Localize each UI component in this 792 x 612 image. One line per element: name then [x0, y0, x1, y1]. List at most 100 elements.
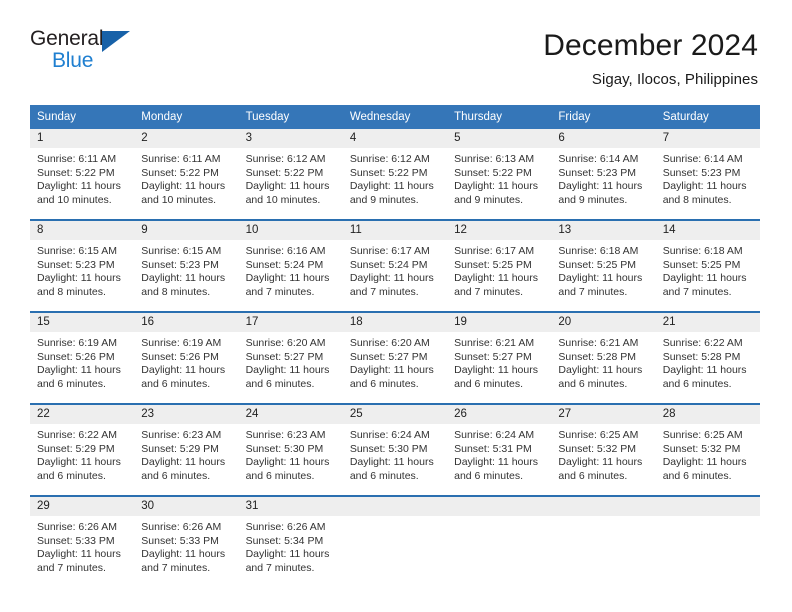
daylight-text: Daylight: 11 hours	[141, 272, 226, 285]
day-cell-29[interactable]: 29 Sunrise: 6:26 AM Sunset: 5:33 PM Dayligh…	[30, 497, 135, 579]
sunrise-text: Sunrise: 6:24 AM	[349, 429, 430, 442]
day-number: 26	[447, 405, 552, 425]
daylight-text: and 6 minutes.	[662, 469, 732, 482]
day-cell-3[interactable]: 3 Sunrise: 6:12 AM Sunset: 5:22 PM Daylight…	[238, 129, 343, 211]
day-number: 10	[238, 221, 343, 241]
general-blue-logo[interactable]: General Blue	[30, 28, 150, 78]
day-details: Sunrise: 6:11 AM Sunset: 5:22 PM Daylight:…	[30, 148, 134, 207]
daylight-text: and 6 minutes.	[558, 377, 628, 390]
day-cell-26[interactable]: 26 Sunrise: 6:24 AM Sunset: 5:31 PM Dayligh…	[447, 405, 552, 487]
day-details	[551, 516, 655, 521]
day-cell-28[interactable]: 28 Sunrise: 6:25 AM Sunset: 5:32 PM Dayligh…	[655, 405, 760, 487]
sunrise-text: Sunrise: 6:22 AM	[37, 429, 117, 442]
sunset-text: Sunset: 5:33 PM	[37, 534, 115, 547]
sunrise-text: Sunrise: 6:20 AM	[245, 337, 326, 350]
day-details: Sunrise: 6:25 AM Sunset: 5:32 PM Daylight:…	[551, 424, 655, 483]
day-cell-31[interactable]: 31 Sunrise: 6:26 AM Sunset: 5:34 PM Dayligh…	[238, 497, 343, 579]
sunset-text: Sunset: 5:33 PM	[141, 534, 219, 547]
day-cell-1[interactable]: 1 Sunrise: 6:11 AM Sunset: 5:22 PM Daylight…	[30, 129, 135, 211]
day-cell-23[interactable]: 23 Sunrise: 6:23 AM Sunset: 5:29 PM Dayligh…	[134, 405, 239, 487]
day-cell-8[interactable]: 8 Sunrise: 6:15 AM Sunset: 5:23 PM Daylight…	[30, 221, 135, 303]
day-number: 28	[655, 405, 760, 425]
daylight-text: Daylight: 11 hours	[454, 456, 538, 469]
daylight-text: and 6 minutes.	[454, 469, 524, 482]
daylight-text: Daylight: 11 hours	[349, 180, 434, 193]
daylight-text: and 6 minutes.	[349, 377, 419, 390]
day-number: 16	[134, 313, 239, 333]
weekday-header-row: Sunday Monday Tuesday Wednesday Thursday Frid…	[30, 105, 760, 130]
day-cell-7[interactable]: 7 Sunrise: 6:14 AM Sunset: 5:23 PM Daylight…	[655, 129, 760, 211]
day-cell-20[interactable]: 20 Sunrise: 6:21 AM Sunset: 5:28 PM Dayligh…	[551, 313, 656, 395]
sunset-text: Sunset: 5:27 PM	[349, 350, 428, 363]
day-cell-17[interactable]: 17 Sunrise: 6:20 AM Sunset: 5:27 PM Dayligh…	[238, 313, 343, 395]
title-block: December 2024 Sigay, Ilocos, Philippines	[543, 28, 758, 88]
page-header: General Blue December 2024 Sigay, Ilocos…	[0, 0, 792, 88]
day-cell-24[interactable]: 24 Sunrise: 6:23 AM Sunset: 5:30 PM Dayligh…	[238, 405, 343, 487]
day-details: Sunrise: 6:24 AM Sunset: 5:30 PM Daylight:…	[343, 424, 447, 483]
day-cell-25[interactable]: 25 Sunrise: 6:24 AM Sunset: 5:30 PM Dayligh…	[342, 405, 448, 487]
day-number: 23	[134, 405, 239, 425]
sunrise-text: Sunrise: 6:20 AM	[349, 337, 430, 350]
daylight-text: Daylight: 11 hours	[349, 364, 434, 377]
sunrise-text: Sunrise: 6:18 AM	[558, 245, 639, 258]
day-cell-19[interactable]: 19 Sunrise: 6:21 AM Sunset: 5:27 PM Dayligh…	[447, 313, 552, 395]
daylight-text: and 6 minutes.	[245, 469, 315, 482]
sunset-text: Sunset: 5:29 PM	[37, 442, 115, 455]
sunset-text: Sunset: 5:27 PM	[245, 350, 324, 363]
day-details: Sunrise: 6:23 AM Sunset: 5:30 PM Daylight:…	[239, 424, 343, 483]
day-cell-2[interactable]: 2 Sunrise: 6:11 AM Sunset: 5:22 PM Daylight…	[134, 129, 239, 211]
sunset-text: Sunset: 5:25 PM	[454, 258, 532, 271]
daylight-text: and 6 minutes.	[662, 377, 732, 390]
sunset-text: Sunset: 5:23 PM	[662, 166, 741, 179]
day-cell-30[interactable]: 30 Sunrise: 6:26 AM Sunset: 5:33 PM Dayligh…	[134, 497, 239, 579]
day-number: 19	[447, 313, 552, 333]
day-details: Sunrise: 6:16 AM Sunset: 5:24 PM Daylight:…	[239, 240, 343, 299]
calendar-week-row: 1 Sunrise: 6:11 AM Sunset: 5:22 PM Daylight…	[30, 129, 760, 211]
day-number: 5	[447, 129, 552, 149]
sunset-text: Sunset: 5:24 PM	[349, 258, 428, 271]
day-cell-12[interactable]: 12 Sunrise: 6:17 AM Sunset: 5:25 PM Dayligh…	[447, 221, 552, 303]
day-details: Sunrise: 6:15 AM Sunset: 5:23 PM Daylight:…	[134, 240, 238, 299]
day-cell-22[interactable]: 22 Sunrise: 6:22 AM Sunset: 5:29 PM Dayligh…	[30, 405, 135, 487]
sunset-text: Sunset: 5:22 PM	[245, 166, 324, 179]
sunrise-text: Sunrise: 6:12 AM	[245, 153, 326, 166]
sunrise-text: Sunrise: 6:26 AM	[245, 521, 326, 534]
daylight-text: Daylight: 11 hours	[454, 180, 538, 193]
day-number	[447, 497, 552, 517]
daylight-text: Daylight: 11 hours	[662, 180, 747, 193]
day-cell-empty	[551, 497, 656, 579]
day-cell-11[interactable]: 11 Sunrise: 6:17 AM Sunset: 5:24 PM Dayligh…	[342, 221, 448, 303]
sunset-text: Sunset: 5:26 PM	[141, 350, 219, 363]
page-title: December 2024	[543, 29, 758, 62]
day-number: 17	[238, 313, 343, 333]
day-cell-9[interactable]: 9 Sunrise: 6:15 AM Sunset: 5:23 PM Daylight…	[134, 221, 239, 303]
daylight-text: Daylight: 11 hours	[141, 548, 226, 561]
triangle-flag-icon	[102, 31, 130, 52]
day-number: 14	[655, 221, 760, 241]
day-cell-27[interactable]: 27 Sunrise: 6:25 AM Sunset: 5:32 PM Dayligh…	[551, 405, 656, 487]
day-cell-21[interactable]: 21 Sunrise: 6:22 AM Sunset: 5:28 PM Dayligh…	[655, 313, 760, 395]
day-details: Sunrise: 6:22 AM Sunset: 5:29 PM Daylight:…	[30, 424, 134, 483]
day-cell-15[interactable]: 15 Sunrise: 6:19 AM Sunset: 5:26 PM Dayligh…	[30, 313, 135, 395]
day-cell-16[interactable]: 16 Sunrise: 6:19 AM Sunset: 5:26 PM Dayligh…	[134, 313, 239, 395]
sunset-text: Sunset: 5:30 PM	[349, 442, 428, 455]
day-cell-18[interactable]: 18 Sunrise: 6:20 AM Sunset: 5:27 PM Dayligh…	[342, 313, 448, 395]
day-cell-5[interactable]: 5 Sunrise: 6:13 AM Sunset: 5:22 PM Daylight…	[447, 129, 552, 211]
day-cell-14[interactable]: 14 Sunrise: 6:18 AM Sunset: 5:25 PM Dayligh…	[655, 221, 760, 303]
sunset-text: Sunset: 5:22 PM	[349, 166, 428, 179]
day-cell-13[interactable]: 13 Sunrise: 6:18 AM Sunset: 5:25 PM Dayligh…	[551, 221, 656, 303]
day-details: Sunrise: 6:26 AM Sunset: 5:33 PM Daylight:…	[134, 516, 238, 575]
day-details: Sunrise: 6:12 AM Sunset: 5:22 PM Daylight:…	[239, 148, 343, 207]
day-cell-6[interactable]: 6 Sunrise: 6:14 AM Sunset: 5:23 PM Daylight…	[551, 129, 656, 211]
daylight-text: Daylight: 11 hours	[662, 364, 747, 377]
day-cell-4[interactable]: 4 Sunrise: 6:12 AM Sunset: 5:22 PM Daylight…	[342, 129, 448, 211]
daylight-text: and 6 minutes.	[141, 469, 211, 482]
sunset-text: Sunset: 5:32 PM	[662, 442, 741, 455]
daylight-text: Daylight: 11 hours	[141, 180, 226, 193]
day-cell-10[interactable]: 10 Sunrise: 6:16 AM Sunset: 5:24 PM Dayligh…	[238, 221, 343, 303]
daylight-text: and 7 minutes.	[245, 285, 315, 298]
sunrise-text: Sunrise: 6:24 AM	[454, 429, 535, 442]
daylight-text: and 6 minutes.	[37, 377, 106, 390]
sunrise-text: Sunrise: 6:14 AM	[662, 153, 743, 166]
sunrise-text: Sunrise: 6:25 AM	[662, 429, 743, 442]
